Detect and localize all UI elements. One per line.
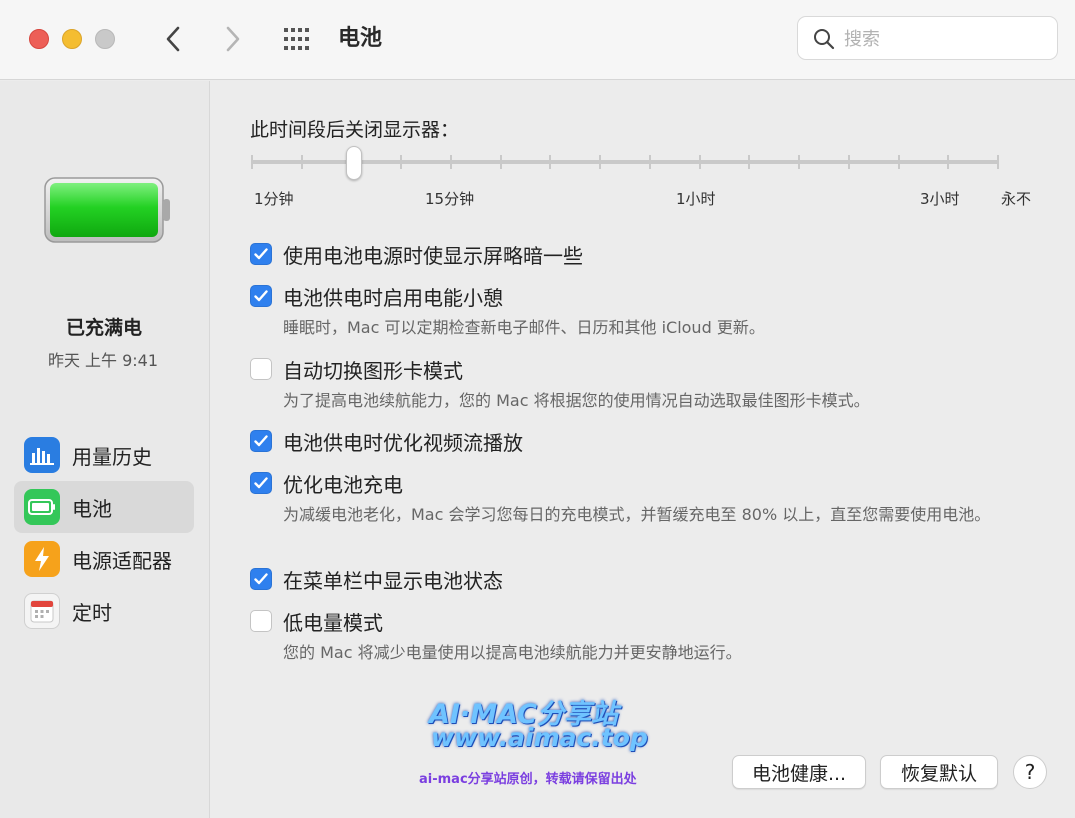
option-label: 优化电池充电 (283, 472, 403, 497)
slider-tick (699, 155, 701, 169)
option-optimized-charging[interactable]: 优化电池充电 (250, 470, 403, 497)
option-label: 电池供电时优化视频流播放 (283, 430, 523, 455)
slider-tick (898, 155, 900, 169)
display-off-title: 此时间段后关闭显示器： (250, 119, 460, 141)
battery-full-icon (44, 177, 170, 243)
forward-button[interactable] (218, 22, 248, 56)
zoom-window-button[interactable] (95, 29, 115, 49)
slider-knob[interactable] (346, 146, 362, 180)
sidebar-item-label: 定时 (72, 600, 112, 625)
slider-tick (549, 155, 551, 169)
search-icon (814, 29, 835, 50)
slider-label-1min: 1分钟 (254, 190, 294, 208)
option-description: 您的 Mac 将减少电量使用以提高电池续航能力并更安静地运行。 (283, 643, 742, 662)
watermark-note: ai-mac分享站原创，转载请保留出处 (419, 772, 637, 787)
minimize-window-button[interactable] (62, 29, 82, 49)
chevron-right-icon (226, 26, 240, 52)
slider-tick (798, 155, 800, 169)
slider-tick (450, 155, 452, 169)
option-description: 睡眠时，Mac 可以定期检查新电子邮件、日历和其他 iCloud 更新。 (283, 318, 765, 337)
battery-status-time: 昨天 上午 9:41 (47, 351, 159, 370)
checkbox[interactable] (250, 610, 272, 632)
checkmark-icon (254, 435, 268, 447)
checkbox[interactable] (250, 358, 272, 380)
slider-label-15min: 15分钟 (425, 190, 475, 208)
option-label: 电池供电时启用电能小憩 (283, 285, 503, 310)
checkmark-icon (254, 477, 268, 489)
option-description: 为了提高电池续航能力，您的 Mac 将根据您的使用情况自动选取最佳图形卡模式。 (283, 391, 870, 410)
watermark-url: www.aimac.top (431, 723, 648, 752)
checkmark-icon (254, 290, 268, 302)
slider-label-never: 永不 (1001, 190, 1032, 208)
slider-track[interactable] (251, 160, 999, 164)
sidebar-item-label: 电池 (72, 496, 112, 521)
option-optimize-video[interactable]: 电池供电时优化视频流播放 (250, 428, 523, 455)
slider-tick (251, 155, 253, 169)
slider-tick (748, 155, 750, 169)
option-dim-display[interactable]: 使用电池电源时使显示屏略暗一些 (250, 241, 583, 268)
window-title: 电池 (338, 26, 383, 51)
usage-history-icon (24, 437, 60, 473)
restore-defaults-button[interactable]: 恢复默认 (880, 755, 998, 789)
checkbox[interactable] (250, 568, 272, 590)
option-label: 自动切换图形卡模式 (283, 358, 463, 383)
sidebar-item-power-adapter[interactable]: 电源适配器 (14, 533, 194, 585)
option-menu-bar-status[interactable]: 在菜单栏中显示电池状态 (250, 566, 503, 593)
sidebar-item-battery[interactable]: 电池 (14, 481, 194, 533)
option-label: 低电量模式 (283, 610, 383, 635)
close-window-button[interactable] (29, 29, 49, 49)
chevron-left-icon (166, 26, 180, 52)
battery-status-title: 已充满电 (65, 317, 142, 339)
sidebar: 已充满电 昨天 上午 9:41 用量历史 电池 电源适配器 定时 (0, 81, 210, 818)
checkbox[interactable] (250, 285, 272, 307)
slider-tick (947, 155, 949, 169)
checkbox[interactable] (250, 243, 272, 265)
slider-tick (599, 155, 601, 169)
power-adapter-icon (24, 541, 60, 577)
slider-tick (400, 155, 402, 169)
slider-tick (649, 155, 651, 169)
battery-icon (24, 489, 60, 525)
show-all-button[interactable] (282, 26, 314, 52)
option-description: 为减缓电池老化，Mac 会学习您每日的充电模式，并暂缓充电至 80% 以上，直至… (283, 505, 991, 524)
option-auto-graphics[interactable]: 自动切换图形卡模式 (250, 356, 463, 383)
search-field[interactable] (797, 16, 1058, 60)
title-bar: 电池 (0, 0, 1075, 80)
option-power-nap[interactable]: 电池供电时启用电能小憩 (250, 283, 503, 310)
checkmark-icon (254, 248, 268, 260)
slider-tick (500, 155, 502, 169)
slider-label-3hours: 3小时 (920, 190, 960, 208)
slider-label-1hour: 1小时 (676, 190, 716, 208)
sidebar-item-label: 电源适配器 (72, 548, 172, 573)
sidebar-item-usage-history[interactable]: 用量历史 (14, 429, 194, 481)
slider-tick (997, 155, 999, 169)
help-button[interactable]: ? (1013, 755, 1047, 789)
slider-tick (301, 155, 303, 169)
checkbox[interactable] (250, 472, 272, 494)
option-label: 在菜单栏中显示电池状态 (283, 568, 503, 593)
slider-tick (848, 155, 850, 169)
checkmark-icon (254, 573, 268, 585)
option-label: 使用电池电源时使显示屏略暗一些 (283, 243, 583, 268)
back-button[interactable] (158, 22, 188, 56)
main-panel: 此时间段后关闭显示器： 1分钟 15分钟 1小时 3小时 永不 使用电池电源时使… (211, 81, 1075, 818)
schedule-icon (24, 593, 60, 629)
checkbox[interactable] (250, 430, 272, 452)
grid-icon (284, 28, 309, 50)
battery-health-button[interactable]: 电池健康... (732, 755, 866, 789)
sidebar-item-label: 用量历史 (72, 444, 152, 469)
search-input[interactable] (844, 25, 1044, 53)
option-low-power-mode[interactable]: 低电量模式 (250, 608, 383, 635)
sidebar-item-schedule[interactable]: 定时 (14, 585, 194, 637)
